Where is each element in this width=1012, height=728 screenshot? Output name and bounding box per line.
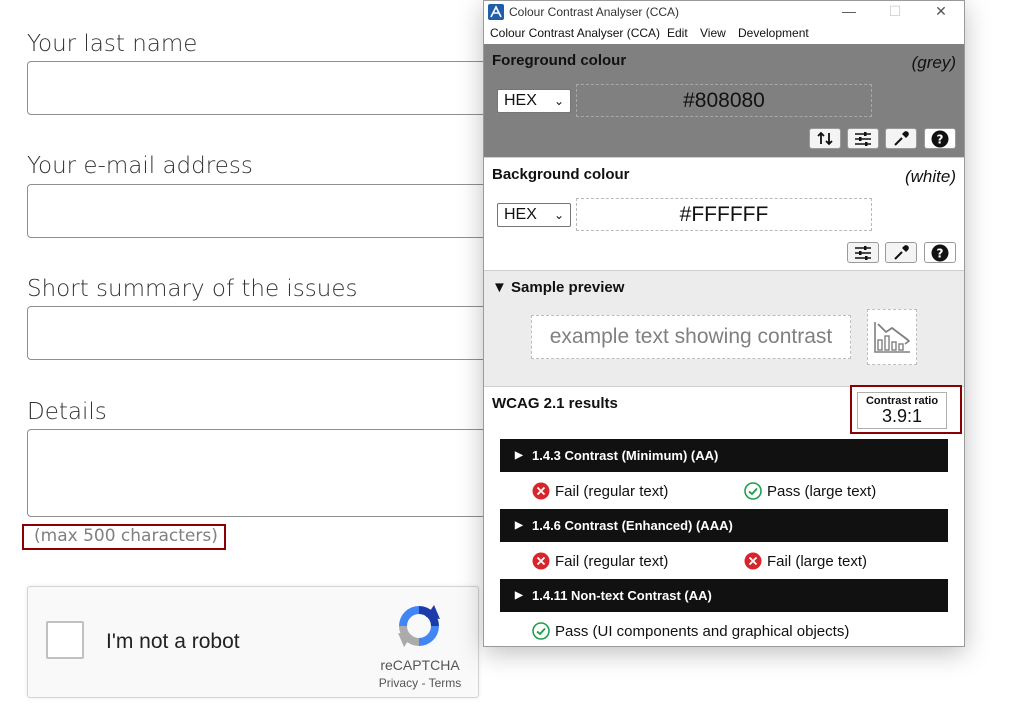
- fail-icon: [532, 482, 550, 500]
- criterion-1-4-6-label: 1.4.6 Contrast (Enhanced) (AAA): [532, 518, 733, 533]
- svg-text:?: ?: [937, 247, 944, 261]
- criterion-1-4-6-bar[interactable]: ▶ 1.4.6 Contrast (Enhanced) (AAA): [500, 509, 948, 542]
- background-help-button[interactable]: ?: [924, 242, 956, 263]
- maximize-button[interactable]: ☐: [872, 1, 918, 23]
- background-eyedropper-button[interactable]: [885, 242, 917, 263]
- recaptcha-brand: reCAPTCHA: [380, 657, 460, 673]
- recaptcha-terms-link[interactable]: Terms: [429, 676, 462, 690]
- foreground-title: Foreground colour: [492, 52, 627, 69]
- sample-preview-panel: ▼ Sample preview example text showing co…: [484, 270, 964, 386]
- sample-preview-title: Sample preview: [511, 279, 625, 296]
- sliders-icon: [855, 246, 871, 260]
- triangle-right-icon: ▶: [515, 590, 523, 601]
- sliders-icon: [855, 132, 871, 146]
- foreground-format-select[interactable]: HEX ⌄: [497, 89, 571, 113]
- recaptcha-links-separator: -: [418, 676, 429, 690]
- fail-icon: [744, 552, 762, 570]
- triangle-down-icon: ▼: [492, 279, 507, 296]
- triangle-right-icon: ▶: [515, 520, 523, 531]
- minimize-button[interactable]: —: [826, 1, 872, 23]
- background-hex-input[interactable]: #FFFFFF: [576, 198, 872, 231]
- criterion-1-4-3-label: 1.4.3 Contrast (Minimum) (AA): [532, 448, 719, 463]
- foreground-panel: Foreground colour (grey) HEX ⌄ #808080 ?: [484, 44, 964, 157]
- details-textarea[interactable]: [27, 429, 547, 517]
- cca-app-icon: [488, 4, 504, 20]
- chevron-down-icon: ⌄: [553, 208, 564, 222]
- contrast-ratio-box: Contrast ratio 3.9:1: [857, 392, 947, 429]
- background-sliders-button[interactable]: [847, 242, 879, 263]
- pass-icon: [744, 482, 762, 500]
- recaptcha-privacy-link[interactable]: Privacy: [379, 676, 418, 690]
- result-1-4-3-regular: Fail (regular text): [532, 482, 668, 500]
- menu-item-view[interactable]: View: [700, 26, 726, 40]
- recaptcha-checkbox[interactable]: [46, 621, 84, 659]
- result-1-4-6-large: Fail (large text): [744, 552, 867, 570]
- summary-input[interactable]: [27, 306, 547, 360]
- foreground-hex-input[interactable]: #808080: [576, 84, 872, 117]
- recaptcha-label: I'm not a robot: [106, 630, 240, 653]
- result-text: Pass (UI components and graphical object…: [555, 623, 850, 640]
- close-button[interactable]: ✕: [918, 1, 964, 23]
- cca-titlebar[interactable]: Colour Contrast Analyser (CCA) — ☐ ✕: [484, 1, 964, 23]
- help-icon: ?: [931, 130, 949, 148]
- cca-window-title: Colour Contrast Analyser (CCA): [509, 5, 680, 19]
- foreground-eyedropper-button[interactable]: [885, 128, 917, 149]
- last-name-input[interactable]: [27, 61, 547, 115]
- cca-window: Colour Contrast Analyser (CCA) — ☐ ✕ Col…: [483, 0, 965, 647]
- menu-item-development[interactable]: Development: [738, 26, 809, 40]
- eyedropper-icon: [894, 245, 909, 260]
- foreground-sliders-button[interactable]: [847, 128, 879, 149]
- background-colour-name: (white): [904, 167, 956, 186]
- background-panel: Background colour (white) HEX ⌄ #FFFFFF: [484, 157, 964, 270]
- criterion-1-4-11-label: 1.4.11 Non-text Contrast (AA): [532, 588, 712, 603]
- sample-preview-text: example text showing contrast: [531, 315, 851, 359]
- contrast-ratio-value: 3.9:1: [881, 406, 923, 426]
- wcag-results-title: WCAG 2.1 results: [492, 395, 618, 412]
- criterion-1-4-3-bar[interactable]: ▶ 1.4.3 Contrast (Minimum) (AA): [500, 439, 948, 472]
- last-name-label: Your last name: [27, 31, 198, 57]
- swap-arrows-icon: [817, 131, 833, 146]
- sample-preview-graphic: [867, 309, 917, 365]
- fail-icon: [532, 552, 550, 570]
- result-text: Fail (regular text): [555, 483, 669, 500]
- recaptcha-links: Privacy - Terms: [370, 676, 470, 690]
- swap-colours-button[interactable]: [809, 128, 841, 149]
- result-1-4-3-large: Pass (large text): [744, 482, 876, 500]
- result-text: Fail (regular text): [555, 553, 669, 570]
- foreground-help-button[interactable]: ?: [924, 128, 956, 149]
- chevron-down-icon: ⌄: [553, 94, 564, 108]
- menu-item-edit[interactable]: Edit: [667, 26, 688, 40]
- pass-icon: [532, 622, 550, 640]
- wcag-results-panel: WCAG 2.1 results Contrast ratio 3.9:1 ▶ …: [484, 385, 964, 646]
- cca-menubar: Colour Contrast Analyser (CCA) Edit View…: [484, 23, 964, 44]
- email-label: Your e-mail address: [27, 153, 253, 179]
- sample-preview-toggle[interactable]: ▼ Sample preview: [492, 279, 624, 296]
- background-format-value: HEX: [504, 206, 537, 223]
- criterion-1-4-11-bar[interactable]: ▶ 1.4.11 Non-text Contrast (AA): [500, 579, 948, 612]
- summary-label: Short summary of the issues: [27, 276, 358, 302]
- help-icon: ?: [931, 244, 949, 262]
- menu-item-app[interactable]: Colour Contrast Analyser (CCA): [490, 26, 660, 40]
- recaptcha-logo-icon: [398, 605, 440, 647]
- result-1-4-6-regular: Fail (regular text): [532, 552, 668, 570]
- background-title: Background colour: [492, 166, 630, 183]
- recaptcha-widget: I'm not a robot reCAPTCHA Privacy - Term…: [27, 586, 479, 698]
- email-input[interactable]: [27, 184, 547, 238]
- triangle-right-icon: ▶: [515, 450, 523, 461]
- foreground-format-value: HEX: [504, 92, 537, 109]
- foreground-colour-name: (grey): [911, 53, 956, 72]
- chart-graphic-icon: [874, 322, 911, 353]
- background-format-select[interactable]: HEX ⌄: [497, 203, 571, 227]
- svg-text:?: ?: [937, 133, 944, 147]
- eyedropper-icon: [894, 131, 909, 146]
- result-1-4-11: Pass (UI components and graphical object…: [532, 622, 849, 640]
- result-text: Pass (large text): [767, 483, 877, 500]
- result-text: Fail (large text): [767, 553, 868, 570]
- details-hint: (max 500 characters): [34, 526, 218, 546]
- details-label: Details: [27, 399, 107, 425]
